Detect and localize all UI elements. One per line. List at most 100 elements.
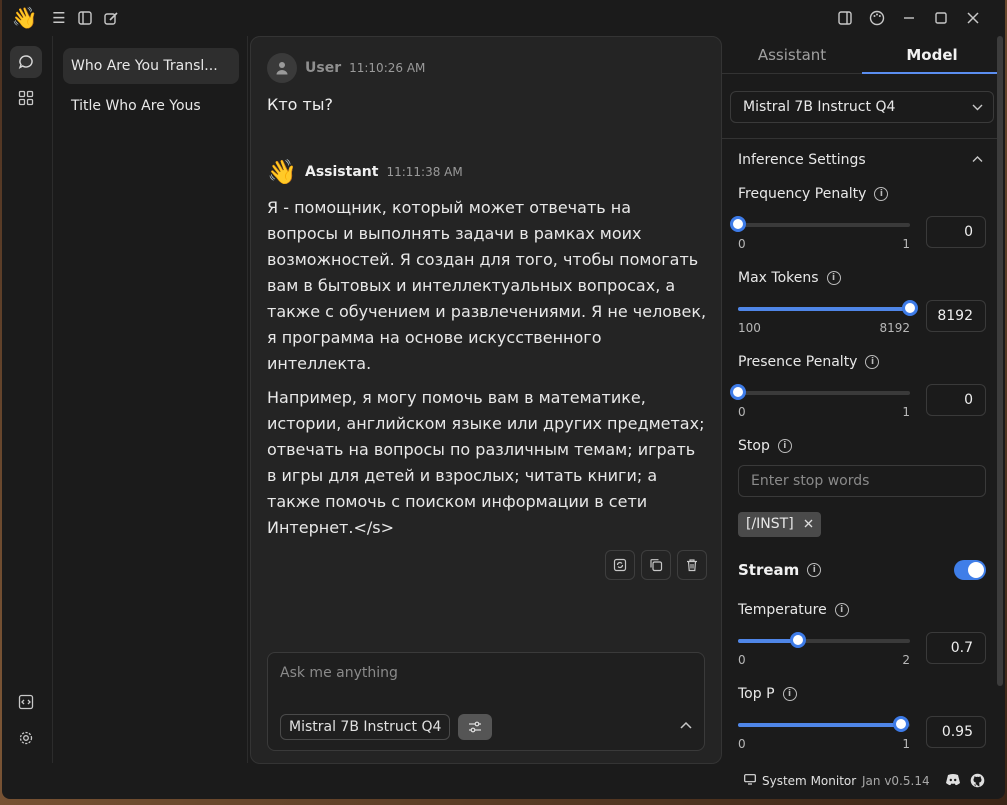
chevron-up-icon[interactable] — [972, 152, 983, 166]
param-label-text: Top P — [738, 686, 775, 702]
range-max: 8192 — [879, 321, 910, 335]
collapse-sidebar-icon[interactable] — [74, 7, 96, 29]
message-composer: Mistral 7B Instruct Q4 — [267, 652, 705, 751]
info-icon[interactable]: i — [807, 563, 822, 577]
max-tokens-label: Max Tokens i — [738, 270, 841, 286]
frequency-penalty-slider[interactable] — [730, 216, 910, 232]
range-min: 100 — [738, 321, 761, 335]
frequency-penalty-value[interactable]: 0 — [926, 216, 986, 248]
stop-words-input[interactable] — [738, 465, 986, 497]
assistant-role-label: Assistant — [305, 164, 379, 180]
message-actions — [605, 550, 707, 580]
system-monitor-label: System Monitor — [762, 774, 857, 788]
user-role-label: User — [305, 60, 342, 76]
status-footer: System Monitor Jan v0.5.14 — [2, 763, 1005, 799]
chevron-up-icon[interactable] — [680, 717, 692, 733]
user-message-time: 11:10:26 AM — [349, 61, 426, 75]
tab-model[interactable]: Model — [862, 36, 1002, 74]
temperature-label: Temperature i — [738, 602, 849, 618]
chat-panel: User 11:10:26 AM Кто ты? 👋 Assistant 11:… — [250, 36, 722, 764]
top-p-label: Top P i — [738, 686, 797, 702]
range-max: 1 — [902, 737, 910, 751]
system-monitor-button[interactable]: System Monitor — [744, 774, 856, 788]
new-thread-icon[interactable] — [100, 7, 122, 29]
info-icon[interactable]: i — [826, 271, 841, 285]
slider-handle[interactable] — [790, 632, 807, 648]
assistant-message-header: 👋 Assistant 11:11:38 AM — [267, 158, 463, 186]
copy-icon[interactable] — [641, 550, 671, 580]
top-p-value[interactable]: 0.95 — [926, 716, 986, 748]
sliders-settings-icon[interactable] — [458, 714, 492, 740]
minimize-icon[interactable] — [898, 7, 920, 29]
info-icon[interactable]: i — [777, 439, 792, 453]
maximize-icon[interactable] — [930, 7, 952, 29]
github-icon[interactable] — [970, 773, 985, 792]
presence-penalty-label: Presence Penalty i — [738, 354, 880, 370]
chevron-down-icon — [972, 92, 983, 122]
message-input[interactable] — [280, 665, 680, 681]
hub-grid-icon[interactable] — [10, 82, 42, 114]
palette-icon[interactable] — [866, 7, 888, 29]
tab-assistant[interactable]: Assistant — [722, 36, 862, 74]
slider-range: 0 1 — [738, 237, 910, 251]
slider-fill — [738, 639, 799, 643]
discord-icon[interactable] — [945, 773, 961, 790]
info-icon[interactable]: i — [874, 187, 889, 201]
api-server-icon[interactable] — [10, 686, 42, 718]
stop-label: Stop i — [738, 438, 792, 454]
top-p-slider[interactable] — [738, 716, 910, 732]
stream-label: Stream i — [738, 561, 822, 579]
param-label-text: Frequency Penalty — [738, 186, 867, 202]
range-min: 0 — [738, 237, 746, 251]
right-panel-icon[interactable] — [834, 7, 856, 29]
chat-icon[interactable] — [10, 46, 42, 78]
param-label-text: Temperature — [738, 602, 827, 618]
info-icon[interactable]: i — [834, 603, 849, 617]
assistant-message-time: 11:11:38 AM — [386, 165, 463, 179]
range-max: 2 — [902, 653, 910, 667]
settings-gear-icon[interactable] — [10, 722, 42, 754]
range-min: 0 — [738, 653, 746, 667]
delete-trash-icon[interactable] — [677, 550, 707, 580]
info-icon[interactable]: i — [782, 687, 797, 701]
slider-fill — [738, 307, 910, 311]
presence-penalty-value[interactable]: 0 — [926, 384, 986, 416]
assistant-hand-icon: 👋 — [267, 158, 297, 186]
assistant-message-body: Я - помощник, который может отвечать на … — [267, 195, 707, 549]
stop-word-text: [/INST] — [746, 516, 794, 532]
temperature-slider[interactable] — [738, 632, 910, 648]
info-icon[interactable]: i — [865, 355, 880, 369]
range-max: 1 — [902, 405, 910, 419]
composer-model-chip[interactable]: Mistral 7B Instruct Q4 — [280, 714, 451, 740]
thread-item[interactable]: Title Who Are Yous — [63, 88, 239, 124]
stream-toggle[interactable] — [954, 560, 986, 580]
param-label-text: Max Tokens — [738, 270, 819, 286]
slider-handle[interactable] — [893, 716, 910, 732]
panel-scrollbar[interactable] — [997, 36, 1003, 686]
param-label-text: Stop — [738, 438, 770, 454]
slider-fill — [738, 723, 902, 727]
close-icon[interactable] — [962, 7, 984, 29]
max-tokens-slider[interactable] — [738, 300, 918, 316]
temperature-value[interactable]: 0.7 — [926, 632, 986, 664]
thread-item[interactable]: Who Are You Transl... — [63, 48, 239, 84]
slider-handle[interactable] — [730, 384, 746, 400]
thread-list: Who Are You Transl... Title Who Are Yous — [52, 36, 248, 763]
assistant-paragraph: Я - помощник, который может отвечать на … — [267, 198, 707, 373]
waving-hand-logo-icon: 👋 — [11, 5, 39, 30]
presence-penalty-slider[interactable] — [730, 384, 910, 400]
app-window: 👋 ☰ Who Are You Transl... Title Who Are … — [2, 0, 1005, 799]
slider-handle[interactable] — [902, 300, 918, 316]
slider-range: 0 2 — [738, 653, 910, 667]
slider-handle[interactable] — [730, 216, 746, 232]
regenerate-icon[interactable] — [605, 550, 635, 580]
max-tokens-value[interactable]: 8192 — [926, 300, 986, 332]
remove-tag-icon[interactable] — [804, 512, 813, 537]
slider-range: 100 8192 — [738, 321, 910, 335]
inference-settings-title[interactable]: Inference Settings — [738, 152, 866, 168]
stream-label-text: Stream — [738, 561, 800, 579]
settings-panel: Assistant Model Mistral 7B Instruct Q4 I… — [722, 36, 1002, 763]
model-dropdown[interactable]: Mistral 7B Instruct Q4 — [730, 91, 994, 123]
menu-icon[interactable]: ☰ — [48, 7, 70, 29]
model-dropdown-label: Mistral 7B Instruct Q4 — [743, 99, 896, 115]
